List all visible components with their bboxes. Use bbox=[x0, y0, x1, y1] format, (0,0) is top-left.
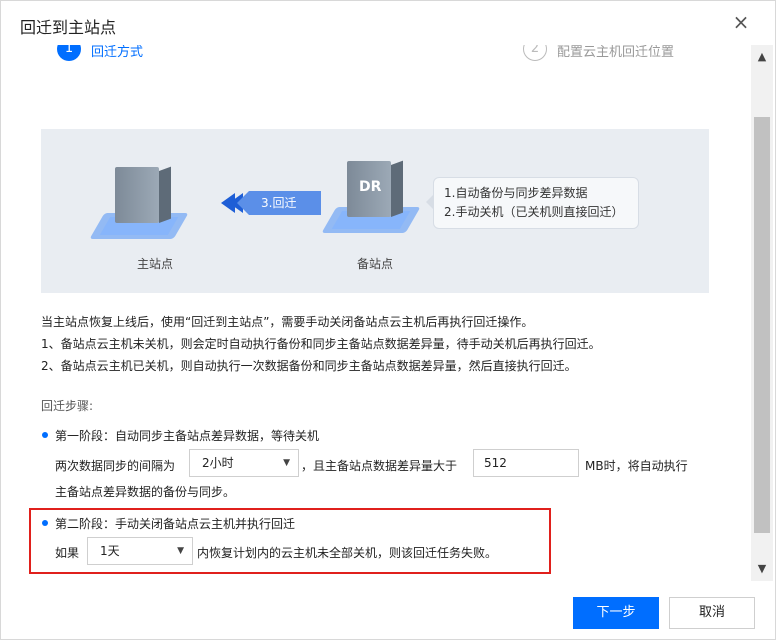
description-line-3: 2、备站点云主机已关机，则自动执行一次数据备份和同步主备站点数据差异量，然后直接… bbox=[41, 359, 577, 373]
sync-interval-select[interactable]: 2小时 ▼ bbox=[189, 449, 299, 477]
phase-2-bullet bbox=[42, 520, 48, 526]
cancel-button[interactable]: 取消 bbox=[669, 597, 755, 629]
bubble-line-1: 1.自动备份与同步差异数据 bbox=[444, 186, 588, 200]
step-2-label: 配置云主机回迁位置 bbox=[557, 45, 675, 60]
chevron-down-icon: ▼ bbox=[283, 458, 290, 468]
timeout-select[interactable]: 1天 ▼ bbox=[87, 537, 193, 565]
failback-illustration: 主站点 3.回迁 DR 备站点 1.自动备份与同步差异数据 2.手动关机（已关机… bbox=[41, 129, 709, 293]
phase-1-interval-prefix: 两次数据同步的间隔为 bbox=[55, 459, 176, 473]
vertical-scrollbar[interactable]: ▲ ▼ bbox=[751, 45, 773, 581]
chevron-down-icon: ▼ bbox=[177, 546, 184, 556]
phase-2-title: 第二阶段：手动关闭备站点云主机并执行回迁 bbox=[55, 517, 296, 531]
primary-site-label: 主站点 bbox=[137, 257, 174, 271]
description-line-2: 1、备站点云主机未关机，则会定时自动执行备份和同步主备站点数据差异量，待手动关机… bbox=[41, 337, 601, 351]
failback-arrow: 3.回迁 bbox=[237, 191, 321, 215]
phase-2-prefix: 如果 bbox=[55, 546, 80, 560]
description-line-1: 当主站点恢复上线后，使用“回迁到主站点”，需要手动关闭备站点云主机后再执行回迁操… bbox=[41, 315, 534, 329]
step-2-number: 2 bbox=[523, 45, 547, 61]
dialog: 回迁到主站点 × 1 回迁方式 2 配置云主机回迁位置 主站点 3.回迁 DR … bbox=[0, 0, 776, 640]
phase-1-threshold-prefix: ，且主备站点数据差异量大于 bbox=[301, 459, 458, 473]
phase-1-bullet bbox=[42, 432, 48, 438]
close-icon[interactable]: × bbox=[731, 12, 751, 32]
scroll-down-icon[interactable]: ▼ bbox=[751, 559, 773, 581]
dr-badge: DR bbox=[359, 179, 382, 195]
dialog-title: 回迁到主站点 bbox=[20, 18, 117, 37]
scroll-thumb[interactable] bbox=[754, 117, 770, 533]
step-indicator: 1 回迁方式 2 配置云主机回迁位置 bbox=[41, 45, 709, 67]
phase-1-line-2: 主备站点差异数据的备份与同步。 bbox=[55, 485, 236, 499]
step-1-label: 回迁方式 bbox=[91, 45, 144, 60]
next-button[interactable]: 下一步 bbox=[573, 597, 659, 629]
sync-interval-value: 2小时 bbox=[202, 456, 234, 470]
scroll-up-icon[interactable]: ▲ bbox=[751, 45, 773, 67]
phase-1-threshold-suffix: MB时，将自动执行 bbox=[585, 459, 688, 473]
threshold-input[interactable]: 512 bbox=[473, 449, 579, 477]
phase-1-title: 第一阶段：自动同步主备站点差异数据，等待关机 bbox=[55, 429, 320, 443]
timeout-value: 1天 bbox=[100, 544, 120, 558]
info-bubble: 1.自动备份与同步差异数据 2.手动关机（已关机则直接回迁） bbox=[426, 177, 639, 229]
step-1-number: 1 bbox=[57, 45, 81, 61]
backup-site-label: 备站点 bbox=[357, 257, 394, 271]
phase-2-suffix: 内恢复计划内的云主机未全部关机，则该回迁任务失败。 bbox=[197, 546, 498, 560]
procedure-title: 回迁步骤: bbox=[41, 399, 94, 413]
bubble-line-2: 2.手动关机（已关机则直接回迁） bbox=[444, 205, 624, 219]
